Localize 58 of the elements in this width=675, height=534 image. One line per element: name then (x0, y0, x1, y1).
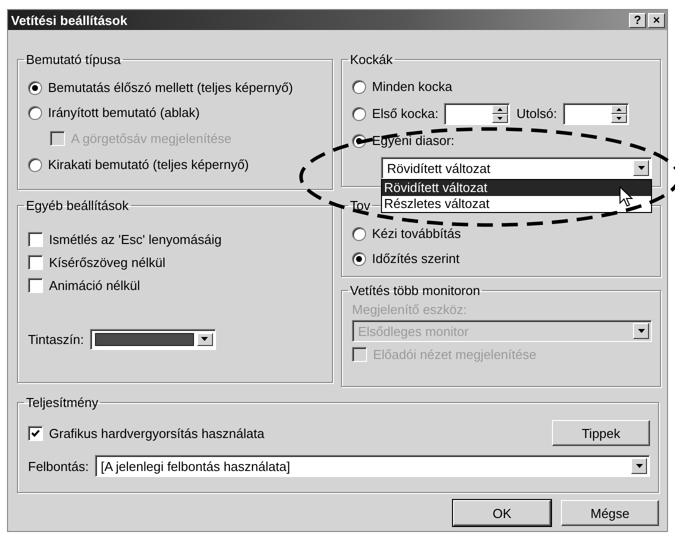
resolution-dropdown[interactable]: [A jelenlegi felbontás használata] (94, 455, 650, 477)
radio-label: Kézi továbbítás (372, 226, 461, 241)
pointer-cursor-icon (619, 186, 633, 208)
radio-label: Bemutatás élőszó mellett (teljes képernyő) (48, 80, 293, 95)
radio-label: Időzítés szerint (372, 251, 460, 266)
group-title: Tov (349, 198, 372, 213)
spin-up-icon[interactable] (492, 104, 508, 114)
group-title: Vetítés több monitoron (349, 283, 482, 298)
window-title: Vetítési beállítások (11, 12, 128, 28)
caret-icon (201, 337, 208, 341)
radio-button[interactable] (28, 106, 42, 120)
radio-label: Irányított bemutató (ablak) (48, 105, 200, 120)
close-button[interactable]: × (648, 12, 665, 28)
field-label: Tintaszín: (28, 332, 84, 346)
checkbox[interactable] (28, 255, 43, 270)
group-title: Bemutató típusa (25, 52, 122, 67)
radio-label: Egyéni diasor: (372, 133, 454, 148)
tips-button[interactable]: Tippek (552, 420, 650, 446)
radio-button[interactable] (352, 80, 366, 94)
field-label: Megjelenítő eszköz: (352, 301, 468, 319)
checkmark-icon (31, 428, 40, 438)
number-field[interactable] (562, 102, 629, 124)
checkbox-label: Grafikus hardvergyorsítás használata (49, 426, 266, 440)
checkbox-label: A görgetősáv megjelenítése (71, 131, 232, 146)
checkbox[interactable] (28, 232, 43, 247)
field-label: Felbontás: (28, 458, 89, 474)
number-field[interactable] (444, 102, 510, 124)
radio-label: Kirakati bemutató (teljes képernyő) (48, 157, 249, 172)
checkbox[interactable] (28, 426, 43, 440)
radio-button[interactable] (352, 106, 366, 120)
dialog-button[interactable]: Mégse (561, 500, 659, 526)
caret-icon (638, 166, 644, 170)
dialog-button[interactable]: OK (453, 500, 551, 526)
radio-button[interactable] (352, 252, 366, 266)
dropdown-option[interactable]: Rövidített változat (382, 180, 651, 196)
radio-button[interactable] (28, 80, 42, 94)
checkbox-label: Animáció nélkül (49, 278, 140, 293)
group-title: Teljesítmény (25, 395, 100, 410)
show-dropdown[interactable]: Rövidített változat (381, 157, 652, 179)
help-button[interactable]: ? (629, 12, 646, 28)
spin-down-icon[interactable] (610, 114, 627, 122)
caret-icon (638, 329, 644, 333)
group-title: Kockák (349, 52, 394, 67)
color-dropdown[interactable] (90, 328, 216, 350)
checkbox-label: Ismétlés az 'Esc' lenyomásáig (49, 232, 222, 247)
group-title: Egyéb beállítások (25, 198, 130, 213)
radio-label: Minden kocka (372, 79, 452, 94)
checkbox-label: Előadói nézet megjelenítése (373, 346, 536, 362)
radio-button[interactable] (352, 226, 366, 240)
radio-label: Első kocka: (372, 106, 438, 121)
checkbox[interactable] (28, 278, 43, 293)
dropdown-arrow-button[interactable] (196, 332, 213, 346)
spin-up-icon[interactable] (610, 104, 627, 114)
dropdown-option[interactable]: Részletes változat (382, 196, 651, 212)
radio-button[interactable] (28, 158, 42, 172)
caret-icon (636, 464, 642, 468)
field-label: Utolsó: (516, 106, 557, 121)
checkbox-label: Kísérőszöveg nélkül (49, 255, 166, 270)
